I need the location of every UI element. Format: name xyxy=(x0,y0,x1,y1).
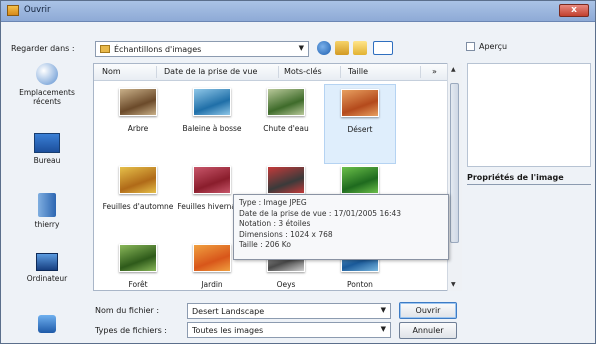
file-name: Baleine à bosse xyxy=(182,124,242,133)
back-icon[interactable] xyxy=(317,41,331,55)
chevron-down-icon: ▼ xyxy=(298,44,304,52)
file-name: Forêt xyxy=(128,280,148,289)
place-label: Ordinateur xyxy=(26,274,68,283)
place-label: Emplacements récents xyxy=(19,88,75,106)
scroll-up-icon[interactable]: ▲ xyxy=(451,66,456,73)
file-item[interactable]: Désert xyxy=(324,84,396,164)
file-thumbnail xyxy=(119,166,157,194)
column-name[interactable]: Nom xyxy=(102,67,121,76)
file-thumbnail xyxy=(193,88,231,116)
filename-value: Desert Landscape xyxy=(192,307,265,316)
file-name: Arbre xyxy=(127,124,149,133)
tooltip-date: Date de la prise de vue : 17/01/2005 16:… xyxy=(239,208,402,218)
preview-label: Aperçu xyxy=(479,42,508,51)
file-name: Ponton xyxy=(347,280,373,289)
properties-title: Propriétés de l'image xyxy=(467,173,591,185)
file-thumbnail xyxy=(341,89,379,117)
look-in-value: Échantillons d'images xyxy=(114,45,202,54)
app-icon xyxy=(7,5,19,16)
file-thumbnail xyxy=(119,88,157,116)
cancel-button[interactable]: Annuler xyxy=(399,322,457,339)
desktop-icon xyxy=(34,133,60,153)
file-name: Jardin xyxy=(201,280,223,289)
network-icon xyxy=(38,315,56,333)
place-user[interactable]: thierry xyxy=(7,193,87,229)
tooltip-type: Type : Image JPEG xyxy=(239,198,307,207)
user-folder-icon xyxy=(38,193,56,217)
filename-input[interactable]: Desert Landscape ▼ xyxy=(187,303,391,319)
file-thumbnail xyxy=(267,166,305,194)
file-tooltip: Type : Image JPEG Date de la prise de vu… xyxy=(233,194,449,260)
file-item[interactable]: Arbre xyxy=(102,84,174,164)
open-button[interactable]: Ouvrir xyxy=(399,302,457,319)
title-bar: Ouvrir x xyxy=(1,1,595,22)
vertical-scrollbar[interactable]: ▲ ▼ xyxy=(447,63,462,291)
column-header: Nom Date de la prise de vue Mots-clés Ta… xyxy=(94,64,460,81)
filetype-label: Types de fichiers : xyxy=(95,326,167,335)
tooltip-size: Taille : 206 Ko xyxy=(239,240,291,249)
new-folder-icon[interactable] xyxy=(353,41,367,55)
tooltip-dimensions: Dimensions : 1024 x 768 xyxy=(239,229,333,239)
computer-icon xyxy=(36,253,58,271)
file-name: Oeys xyxy=(276,280,296,289)
preview-pane xyxy=(467,63,591,167)
column-date[interactable]: Date de la prise de vue xyxy=(164,67,257,76)
filename-label: Nom du fichier : xyxy=(95,306,160,315)
file-name: Feuilles d'automne xyxy=(102,202,174,211)
places-bar: Emplacements récents Bureau thierry Ordi… xyxy=(7,59,87,341)
place-label: Bureau xyxy=(33,156,61,165)
file-thumbnail xyxy=(193,244,231,272)
tooltip-rating: Notation : 3 étoiles xyxy=(239,219,311,228)
file-thumbnail xyxy=(119,244,157,272)
place-network[interactable] xyxy=(7,315,87,333)
file-item[interactable]: Feuilles d'automne xyxy=(102,162,174,242)
file-thumbnail xyxy=(341,166,379,194)
file-thumbnail xyxy=(267,88,305,116)
folder-icon xyxy=(100,45,110,53)
scrollbar-thumb[interactable] xyxy=(450,83,459,243)
place-desktop[interactable]: Bureau xyxy=(7,133,87,165)
file-name: Désert xyxy=(347,125,373,134)
close-button[interactable]: x xyxy=(559,4,589,17)
place-computer[interactable]: Ordinateur xyxy=(7,253,87,283)
chevron-down-icon: ▼ xyxy=(380,306,386,314)
column-size[interactable]: Taille xyxy=(348,67,368,76)
file-item[interactable]: Forêt xyxy=(102,240,174,290)
file-thumbnail xyxy=(193,166,231,194)
file-item[interactable]: Chute d'eau xyxy=(250,84,322,164)
window-title: Ouvrir xyxy=(24,5,51,15)
view-menu-icon[interactable] xyxy=(373,41,393,55)
more-columns-icon[interactable]: » xyxy=(432,67,437,76)
up-folder-icon[interactable] xyxy=(335,41,349,55)
preview-checkbox[interactable] xyxy=(466,42,475,51)
scroll-down-icon[interactable]: ▼ xyxy=(451,281,456,288)
filetype-dropdown[interactable]: Toutes les images ▼ xyxy=(187,322,391,338)
filetype-value: Toutes les images xyxy=(192,326,264,335)
file-name: Chute d'eau xyxy=(263,124,309,133)
column-keywords[interactable]: Mots-clés xyxy=(284,67,322,76)
file-item[interactable]: Baleine à bosse xyxy=(176,84,248,164)
place-recent[interactable]: Emplacements récents xyxy=(7,63,87,106)
look-in-label: Regarder dans : xyxy=(11,44,75,53)
open-dialog: Ouvrir x Regarder dans : Échantillons d'… xyxy=(0,0,596,344)
look-in-dropdown[interactable]: Échantillons d'images ▼ xyxy=(95,41,309,57)
recent-places-icon xyxy=(36,63,58,85)
chevron-down-icon: ▼ xyxy=(380,325,386,333)
place-label: thierry xyxy=(34,220,60,229)
